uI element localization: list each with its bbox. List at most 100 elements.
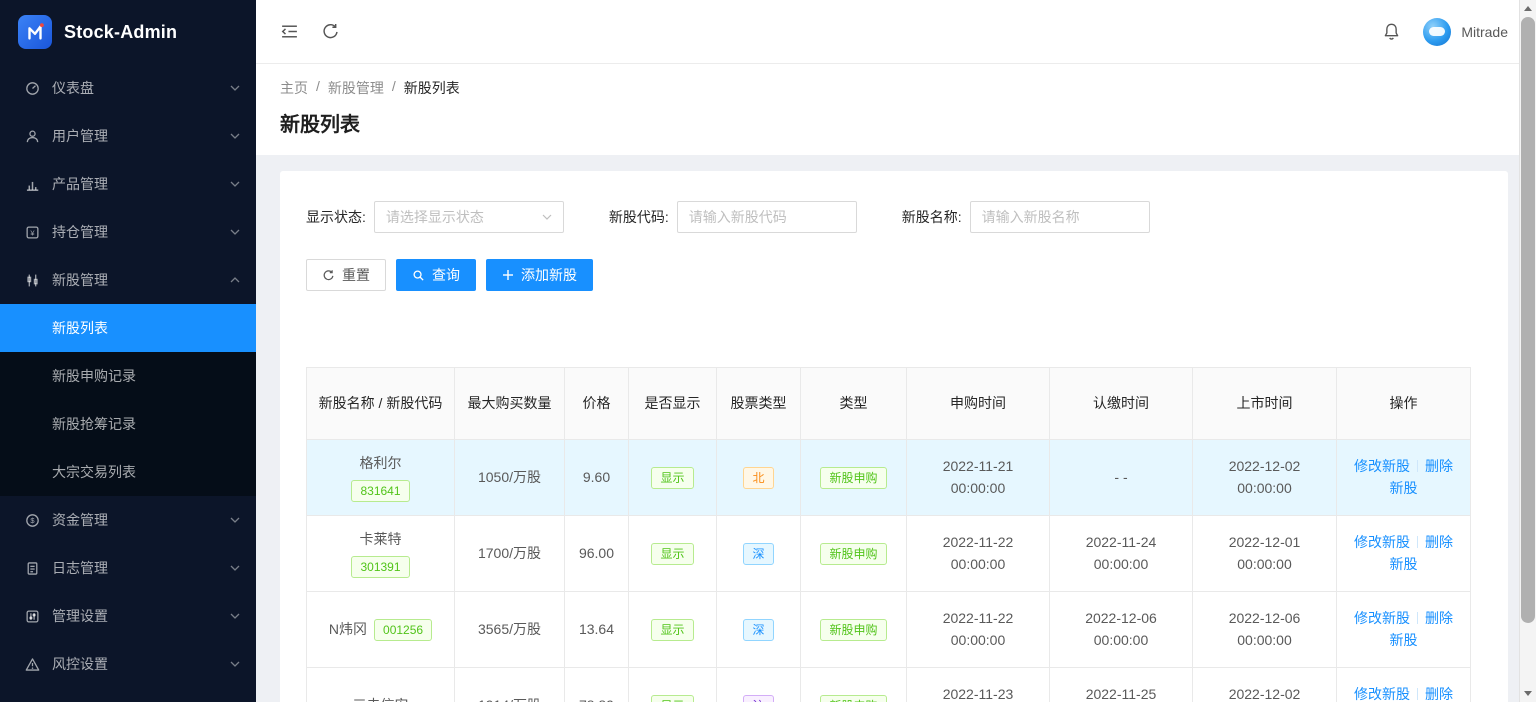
sidebar-item-product-management[interactable]: 产品管理 [0, 160, 256, 208]
market-cell: 北 [717, 440, 801, 516]
market-badge: 沪 [743, 695, 773, 702]
price-cell: 13.64 [565, 592, 629, 668]
sidebar-item-fund-management[interactable]: $ 资金管理 [0, 496, 256, 544]
risk-settings-icon [24, 657, 40, 672]
submenu-item-label: 大宗交易列表 [52, 462, 136, 482]
brand[interactable]: Stock-Admin [0, 0, 256, 64]
sidebar-item-new-stock-management[interactable]: 新股管理 [0, 256, 256, 304]
operations-cell: 修改新股删除新股 [1337, 668, 1471, 702]
list-date: 2022-12-02 [1203, 456, 1326, 478]
sidebar-item-user-management[interactable]: 用户管理 [0, 112, 256, 160]
breadcrumb: 主页 / 新股管理 / 新股列表 [280, 78, 1512, 98]
filter-status-group: 显示状态: 请选择显示状态 [306, 201, 564, 233]
sidebar-item-label: 管理设置 [52, 606, 218, 626]
action-button-row: 重置 查询 添加新股 [306, 259, 1482, 291]
type-cell: 新股申购 [801, 592, 907, 668]
breadcrumb-section[interactable]: 新股管理 [328, 78, 384, 98]
market-cell: 深 [717, 592, 801, 668]
add-new-stock-button[interactable]: 添加新股 [486, 259, 593, 291]
edit-stock-link[interactable]: 修改新股 [1354, 458, 1410, 474]
scroll-up-arrow-icon[interactable] [1520, 0, 1536, 17]
max-buy-cell: 1700/万股 [455, 516, 565, 592]
list-date: 2022-12-06 [1203, 608, 1326, 630]
reset-button[interactable]: 重置 [306, 259, 386, 291]
menu-fold-icon[interactable] [280, 22, 299, 41]
pay-time: 00:00:00 [1060, 630, 1182, 652]
col-header-market: 股票类型 [717, 368, 801, 440]
sidebar-item-label: 产品管理 [52, 174, 218, 194]
refresh-icon[interactable] [321, 22, 340, 41]
table-header-row: 新股名称 / 新股代码 最大购买数量 价格 是否显示 股票类型 类型 申购时间 … [307, 368, 1471, 440]
sidebar-item-label: 日志管理 [52, 558, 218, 578]
operations-cell: 修改新股删除新股 [1337, 440, 1471, 516]
sidebar-item-risk-settings[interactable]: 风控设置 [0, 640, 256, 688]
edit-stock-link[interactable]: 修改新股 [1354, 610, 1410, 626]
breadcrumb-home[interactable]: 主页 [280, 78, 308, 98]
market-badge: 深 [743, 543, 773, 565]
user-menu[interactable]: Mitrade [1423, 18, 1508, 46]
avatar [1423, 18, 1451, 46]
list-time-cell: 2022-12-0200:00:00 [1193, 440, 1337, 516]
stock-name: 卡莱特 [317, 529, 444, 551]
stock-name-cell: N炜冈001256 [307, 592, 455, 668]
filter-row: 显示状态: 请选择显示状态 新股代码: 新股名称: [306, 201, 1482, 233]
code-input[interactable] [677, 201, 857, 233]
pay-date: 2022-11-25 [1060, 684, 1182, 702]
sidebar-item-position-management[interactable]: ¥ 持仓管理 [0, 208, 256, 256]
max-buy-cell: 3565/万股 [455, 592, 565, 668]
page-title: 新股列表 [280, 108, 1512, 137]
sidebar-item-admin-settings[interactable]: 管理设置 [0, 592, 256, 640]
visible-badge: 显示 [651, 543, 693, 565]
submenu-item-subscription-records[interactable]: 新股申购记录 [0, 352, 256, 400]
submenu-item-new-stock-list[interactable]: 新股列表 [0, 304, 256, 352]
search-button[interactable]: 查询 [396, 259, 476, 291]
visible-badge: 显示 [651, 695, 693, 702]
status-select[interactable]: 请选择显示状态 [374, 201, 564, 233]
operations-cell: 修改新股删除新股 [1337, 592, 1471, 668]
sidebar: Stock-Admin 仪表盘 用户管理 产品管理 ¥ [0, 0, 256, 702]
list-time: 00:00:00 [1203, 554, 1326, 576]
user-management-icon [24, 129, 40, 144]
sidebar-item-log-management[interactable]: 日志管理 [0, 544, 256, 592]
submenu-item-label: 新股列表 [52, 318, 108, 338]
top-header: Mitrade [256, 0, 1536, 64]
sidebar-item-label: 持仓管理 [52, 222, 218, 242]
table-row: 三未信安 1914/万股 78.89 显示 沪 新股申购 2022-11-230… [307, 668, 1471, 702]
app-window: Stock-Admin 仪表盘 用户管理 产品管理 ¥ [0, 0, 1536, 702]
vertical-scrollbar[interactable] [1519, 0, 1536, 702]
link-divider [1417, 688, 1418, 700]
submenu-item-block-trade-list[interactable]: 大宗交易列表 [0, 448, 256, 496]
plus-icon [502, 269, 514, 281]
table-row: 格利尔 831641 1050/万股 9.60 显示 北 新股申购 2022-1… [307, 440, 1471, 516]
scroll-down-arrow-icon[interactable] [1520, 685, 1536, 702]
type-badge: 新股申购 [820, 467, 886, 489]
table-row: 卡莱特 301391 1700/万股 96.00 显示 深 新股申购 2022-… [307, 516, 1471, 592]
breadcrumb-current: 新股列表 [404, 78, 460, 98]
scrollbar-thumb[interactable] [1521, 17, 1535, 623]
chevron-down-icon [230, 517, 240, 523]
sidebar-item-label: 仪表盘 [52, 78, 218, 98]
apply-date: 2022-11-23 [917, 684, 1039, 702]
bell-icon[interactable] [1382, 22, 1401, 41]
edit-stock-link[interactable]: 修改新股 [1354, 686, 1410, 702]
stock-code-badge: 831641 [351, 480, 409, 502]
filter-code-group: 新股代码: [609, 201, 857, 233]
new-stock-submenu: 新股列表 新股申购记录 新股抢筹记录 大宗交易列表 [0, 304, 256, 496]
pay-time-cell: 2022-12-0600:00:00 [1050, 592, 1193, 668]
sidebar-item-label: 资金管理 [52, 510, 218, 530]
col-header-operations: 操作 [1337, 368, 1471, 440]
price-cell: 96.00 [565, 516, 629, 592]
chevron-down-icon [230, 229, 240, 235]
stock-code-badge: 001256 [374, 619, 432, 641]
sidebar-item-dashboard[interactable]: 仪表盘 [0, 64, 256, 112]
edit-stock-link[interactable]: 修改新股 [1354, 534, 1410, 550]
product-management-icon [24, 177, 40, 192]
link-divider [1417, 536, 1418, 548]
type-cell: 新股申购 [801, 440, 907, 516]
name-input[interactable] [970, 201, 1150, 233]
chevron-down-icon [542, 214, 552, 220]
submenu-item-grab-records[interactable]: 新股抢筹记录 [0, 400, 256, 448]
stock-name: 格利尔 [317, 453, 444, 475]
col-header-name-code: 新股名称 / 新股代码 [307, 368, 455, 440]
reset-icon [322, 269, 335, 282]
